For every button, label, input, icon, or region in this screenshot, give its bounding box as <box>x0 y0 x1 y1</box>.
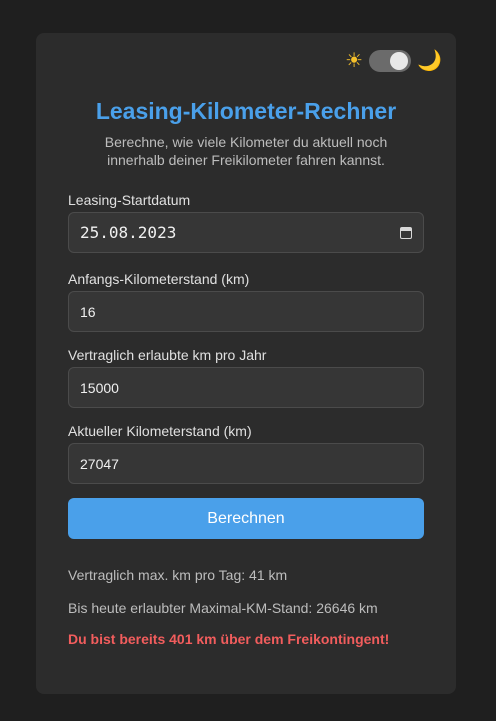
theme-toggle[interactable] <box>369 50 412 72</box>
theme-switcher: ☀ 🌙 <box>345 50 442 72</box>
current-km-input[interactable]: 27047 <box>68 443 424 484</box>
start-date-input[interactable]: 25.08.2023 <box>68 212 424 253</box>
warning-suffix: km über dem Freikontingent! <box>192 631 390 647</box>
current-km-label: Aktueller Kilometerstand (km) <box>68 423 252 439</box>
warning-value: 401 <box>169 631 193 647</box>
result-per-day: Vertraglich max. km pro Tag: 41 km <box>68 567 288 583</box>
moon-icon[interactable]: 🌙 <box>417 51 442 71</box>
km-per-year-value: 15000 <box>80 379 119 396</box>
km-per-year-label: Vertraglich erlaubte km pro Jahr <box>68 347 267 363</box>
page-title: Leasing-Kilometer-Rechner <box>95 98 397 124</box>
start-date-value: 25.08.2023 <box>80 223 177 242</box>
current-km-value: 27047 <box>80 455 119 472</box>
start-date-label: Leasing-Startdatum <box>68 192 191 208</box>
start-km-input[interactable]: 16 <box>68 291 424 332</box>
sun-icon[interactable]: ☀ <box>345 51 363 71</box>
km-per-year-input[interactable]: 15000 <box>68 367 424 408</box>
warning-prefix: Du bist bereits <box>68 631 170 647</box>
calculate-button[interactable]: Berechnen <box>68 498 424 539</box>
start-km-value: 16 <box>80 303 96 320</box>
toggle-knob[interactable] <box>390 52 409 70</box>
page-subtitle: Berechne, wie viele Kilometer du aktuell… <box>104 134 388 168</box>
start-km-label: Anfangs-Kilometerstand (km) <box>68 271 250 287</box>
over-limit-warning: Du bist bereits 401 km über dem Freikont… <box>68 631 389 647</box>
result-allowed-today: Bis heute erlaubter Maximal-KM-Stand: 26… <box>68 600 378 616</box>
calendar-icon[interactable] <box>400 226 412 239</box>
calculator-card: ☀ 🌙 Leasing-Kilometer-Rechner Berechne, … <box>36 33 456 694</box>
